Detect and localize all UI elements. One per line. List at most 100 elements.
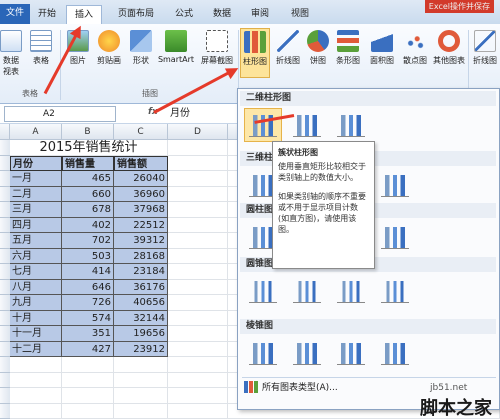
data-cell[interactable]: 351 (62, 326, 114, 342)
clustered-column-thumbnail[interactable] (244, 108, 282, 142)
data-cell[interactable]: 九月 (10, 295, 62, 311)
row-header[interactable] (0, 217, 10, 233)
header-cell[interactable]: 销售量 (62, 155, 114, 171)
data-cell[interactable]: 702 (62, 233, 114, 249)
data-cell[interactable]: 574 (62, 310, 114, 326)
data-cell[interactable]: 36960 (114, 186, 168, 202)
cell[interactable] (10, 388, 62, 404)
tab-view[interactable]: 视图 (282, 5, 318, 24)
chart-subtype-thumbnail[interactable] (244, 274, 282, 308)
data-cell[interactable]: 十一月 (10, 326, 62, 342)
cell[interactable] (168, 388, 228, 404)
data-cell[interactable]: 646 (62, 279, 114, 295)
data-cell[interactable]: 39312 (114, 233, 168, 249)
name-box[interactable]: A2 (4, 106, 116, 122)
cell[interactable] (168, 202, 228, 218)
screenshot-button[interactable]: 屏幕截图 (197, 30, 237, 66)
cell[interactable] (114, 388, 168, 404)
cell[interactable] (168, 217, 228, 233)
cell[interactable] (168, 248, 228, 264)
row-header[interactable] (0, 341, 10, 357)
data-cell[interactable]: 七月 (10, 264, 62, 280)
cell[interactable] (168, 372, 228, 388)
row-header[interactable] (0, 186, 10, 202)
sheet-title-cell[interactable]: 2015年销售统计 (10, 140, 168, 156)
data-cell[interactable]: 660 (62, 186, 114, 202)
cell[interactable] (168, 326, 228, 342)
scatter-chart-button[interactable]: 散点图 (399, 30, 431, 66)
chart-subtype-thumbnail[interactable] (332, 336, 370, 370)
cell[interactable] (62, 357, 114, 373)
select-all-corner[interactable] (0, 124, 10, 140)
data-cell[interactable]: 503 (62, 248, 114, 264)
column-header[interactable]: A (10, 124, 62, 140)
pie-chart-button[interactable]: 饼图 (305, 30, 331, 66)
data-cell[interactable]: 三月 (10, 202, 62, 218)
cell[interactable] (168, 264, 228, 280)
area-chart-button[interactable]: 面积图 (366, 30, 398, 66)
data-cell[interactable]: 427 (62, 341, 114, 357)
row-header[interactable] (0, 155, 10, 171)
cell[interactable] (10, 372, 62, 388)
cell[interactable] (168, 140, 228, 156)
column-chart-button[interactable]: 柱形图 (240, 28, 270, 78)
clipart-button[interactable]: 剪贴画 (93, 30, 125, 66)
smartart-button[interactable]: SmartArt (157, 30, 195, 64)
cell[interactable] (114, 403, 168, 419)
tab-page-layout[interactable]: 页面布局 (108, 5, 164, 24)
tab-formulas[interactable]: 公式 (166, 5, 202, 24)
chart-subtype-thumbnail[interactable] (376, 168, 414, 202)
data-cell[interactable]: 36176 (114, 279, 168, 295)
header-cell[interactable]: 销售额 (114, 155, 168, 171)
data-cell[interactable]: 五月 (10, 233, 62, 249)
row-header[interactable] (0, 326, 10, 342)
tab-home[interactable]: 开始 (32, 5, 62, 24)
data-cell[interactable]: 19656 (114, 326, 168, 342)
shapes-button[interactable]: 形状 (127, 30, 155, 66)
data-cell[interactable]: 23184 (114, 264, 168, 280)
table-button[interactable]: 表格 (26, 30, 56, 66)
row-header[interactable] (0, 264, 10, 280)
tab-data[interactable]: 数据 (204, 5, 240, 24)
cell[interactable] (62, 403, 114, 419)
cell[interactable] (168, 279, 228, 295)
cell[interactable] (168, 310, 228, 326)
line-chart-button[interactable]: 折线图 (272, 30, 304, 66)
cell[interactable] (10, 357, 62, 373)
chart-subtype-thumbnail[interactable] (376, 336, 414, 370)
data-cell[interactable]: 22512 (114, 217, 168, 233)
row-header[interactable] (0, 388, 10, 404)
pivot-table-button[interactable]: 数据 视表 (0, 30, 22, 77)
tab-review[interactable]: 审阅 (242, 5, 278, 24)
chart-subtype-thumbnail[interactable] (376, 274, 414, 308)
header-cell[interactable]: 月份 (10, 155, 62, 171)
chart-subtype-thumbnail[interactable] (376, 220, 414, 254)
row-header[interactable] (0, 233, 10, 249)
other-charts-button[interactable]: 其他图表 (432, 30, 466, 66)
data-cell[interactable]: 二月 (10, 186, 62, 202)
data-cell[interactable]: 四月 (10, 217, 62, 233)
chart-subtype-thumbnail[interactable] (332, 274, 370, 308)
cell[interactable] (114, 357, 168, 373)
cell[interactable] (168, 295, 228, 311)
data-cell[interactable]: 八月 (10, 279, 62, 295)
cell[interactable] (168, 155, 228, 171)
data-cell[interactable]: 402 (62, 217, 114, 233)
data-cell[interactable]: 28168 (114, 248, 168, 264)
cell[interactable] (114, 372, 168, 388)
data-cell[interactable]: 26040 (114, 171, 168, 187)
data-cell[interactable]: 十月 (10, 310, 62, 326)
data-cell[interactable]: 23912 (114, 341, 168, 357)
data-cell[interactable]: 六月 (10, 248, 62, 264)
cell[interactable] (168, 233, 228, 249)
chart-subtype-thumbnail[interactable] (288, 336, 326, 370)
row-header[interactable] (0, 202, 10, 218)
data-cell[interactable]: 一月 (10, 171, 62, 187)
chart-subtype-thumbnail[interactable] (332, 108, 370, 142)
row-header[interactable] (0, 171, 10, 187)
cell[interactable] (168, 357, 228, 373)
cell[interactable] (168, 171, 228, 187)
row-header[interactable] (0, 403, 10, 419)
cell[interactable] (168, 341, 228, 357)
data-cell[interactable]: 465 (62, 171, 114, 187)
